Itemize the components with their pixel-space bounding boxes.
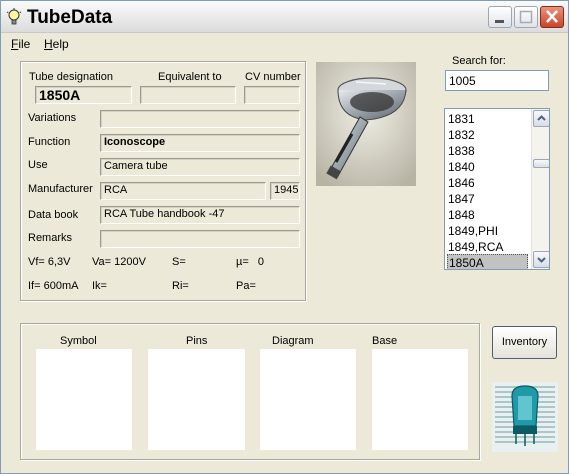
close-icon: [546, 10, 558, 23]
function-label: Function: [28, 136, 71, 148]
app-window: TubeData File Help Tube designation Equi…: [0, 0, 569, 474]
function-field[interactable]: Iconoscope: [100, 134, 300, 152]
equivalent-label: Equivalent to: [158, 71, 222, 83]
list-item-selected[interactable]: 1850A: [447, 254, 528, 269]
variations-label: Variations: [28, 112, 77, 124]
menu-help[interactable]: Help: [44, 37, 69, 51]
ik-value: Ik=: [92, 280, 107, 292]
remarks-field[interactable]: [100, 230, 300, 248]
year-field[interactable]: 1945: [270, 182, 300, 200]
lightbulb-icon: [6, 8, 22, 25]
symbol-label: Symbol: [60, 335, 97, 347]
tube-designation-label: Tube designation: [29, 71, 113, 83]
list-item[interactable]: 1832: [447, 127, 528, 143]
list-item[interactable]: 1840: [447, 159, 528, 175]
list-item[interactable]: 1849,PHI: [447, 223, 528, 239]
list-item[interactable]: 1846: [447, 175, 528, 191]
variations-field[interactable]: [100, 110, 300, 128]
list-item[interactable]: 1831: [447, 111, 528, 127]
minimize-button[interactable]: [488, 6, 512, 28]
if-value: If= 600mA: [28, 280, 79, 292]
list-scrollbar[interactable]: [531, 109, 549, 269]
pins-label: Pins: [186, 335, 208, 347]
list-item[interactable]: 1848: [447, 207, 528, 223]
tube-logo: [492, 382, 558, 452]
remarks-label: Remarks: [28, 232, 73, 244]
databook-field[interactable]: RCA Tube handbook -47: [100, 206, 300, 224]
use-field[interactable]: Camera tube: [100, 158, 300, 176]
equivalent-field[interactable]: [140, 86, 236, 104]
cv-number-label: CV number: [245, 71, 301, 83]
databook-label: Data book: [28, 209, 79, 221]
chevron-down-icon: [537, 257, 546, 263]
vf-value: Vf= 6,3V: [28, 256, 71, 268]
base-panel: [372, 349, 468, 450]
minimize-icon: [495, 20, 504, 23]
ri-value: Ri=: [172, 280, 189, 292]
s-value: S=: [172, 256, 186, 268]
list-item[interactable]: 1847: [447, 191, 528, 207]
list-item[interactable]: 1838: [447, 143, 528, 159]
scroll-up-button[interactable]: [533, 110, 549, 127]
title-bar[interactable]: TubeData: [1, 1, 568, 33]
scroll-down-button[interactable]: [533, 251, 549, 268]
diagram-panel: [260, 349, 356, 450]
menu-bar: File Help: [1, 34, 568, 54]
menu-file[interactable]: File: [11, 37, 30, 51]
maximize-icon: [519, 10, 533, 24]
manufacturer-label: Manufacturer: [28, 183, 93, 195]
base-label: Base: [372, 335, 398, 347]
symbol-panel: [36, 349, 132, 450]
manufacturer-field[interactable]: RCA: [100, 182, 266, 200]
mu-value: µ= 0: [236, 256, 265, 268]
search-label: Search for:: [452, 55, 506, 67]
tube-photo-image: [316, 62, 416, 186]
tube-list[interactable]: 1831 1832 1838 1840 1846 1847 1848 1849,…: [444, 108, 550, 270]
pins-panel: [148, 349, 245, 450]
list-item[interactable]: 1849,RCA: [447, 239, 528, 255]
inventory-button[interactable]: Inventory: [492, 326, 557, 359]
tube-designation-field[interactable]: 1850A: [35, 86, 132, 104]
use-label: Use: [28, 159, 48, 171]
maximize-button[interactable]: [514, 6, 538, 28]
va-value: Va= 1200V: [92, 256, 146, 268]
pa-value: Pa=: [236, 280, 256, 292]
chevron-up-icon: [537, 115, 546, 121]
diagram-label: Diagram: [272, 335, 314, 347]
cv-number-field[interactable]: [244, 86, 300, 104]
window-title: TubeData: [27, 7, 113, 28]
close-button[interactable]: [540, 6, 564, 28]
tube-logo-image: [492, 382, 558, 452]
tube-photo: [316, 62, 416, 186]
scroll-thumb[interactable]: [533, 159, 549, 168]
search-input[interactable]: 1005: [445, 70, 549, 91]
